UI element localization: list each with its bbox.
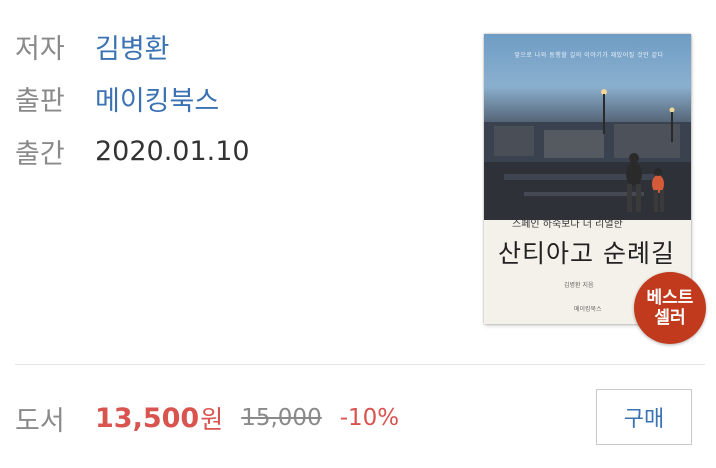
author-label: 저자 xyxy=(15,33,65,65)
sale-price: 13,500 xyxy=(95,402,200,434)
author-row: 저자 김병환 xyxy=(15,26,170,66)
publish-date-row: 출간 2020.01.10 xyxy=(15,131,250,171)
publisher-link[interactable]: 메이킹북스 xyxy=(95,79,219,118)
publish-date-label: 출간 xyxy=(15,138,65,170)
price-row: 도서 13,500 원 15,000 -10% xyxy=(15,398,399,438)
buy-button[interactable]: 구매 xyxy=(596,389,692,445)
cover-author: 김병환 지음 xyxy=(564,282,594,289)
cover-subtitle: 스페인 하숙보다 더 리얼한 xyxy=(512,219,623,230)
publisher-row: 출판 메이킹북스 xyxy=(15,78,219,118)
author-link[interactable]: 김병환 xyxy=(95,27,170,66)
discount-rate: -10% xyxy=(339,405,400,431)
cover-publisher: 메이킹북스 xyxy=(574,306,602,313)
bestseller-badge-line2: 셀러 xyxy=(654,308,686,328)
price-unit: 원 xyxy=(200,405,224,434)
cover-photo-illustration xyxy=(484,89,691,220)
cover-tagline: 앞으로 나와 동행할 길의 이야기가 재밌어질 것만 같다 xyxy=(514,52,664,59)
original-price: 15,000 xyxy=(241,405,322,431)
publish-date-value: 2020.01.10 xyxy=(95,135,250,167)
cover-title: 산티아고 순례길 xyxy=(498,239,675,268)
cover-photo xyxy=(484,34,691,220)
price-label: 도서 xyxy=(15,405,65,437)
bestseller-badge-line1: 베스트 xyxy=(646,288,694,308)
divider xyxy=(15,364,705,365)
publisher-label: 출판 xyxy=(15,85,65,117)
bestseller-badge: 베스트 셀러 xyxy=(634,272,706,344)
